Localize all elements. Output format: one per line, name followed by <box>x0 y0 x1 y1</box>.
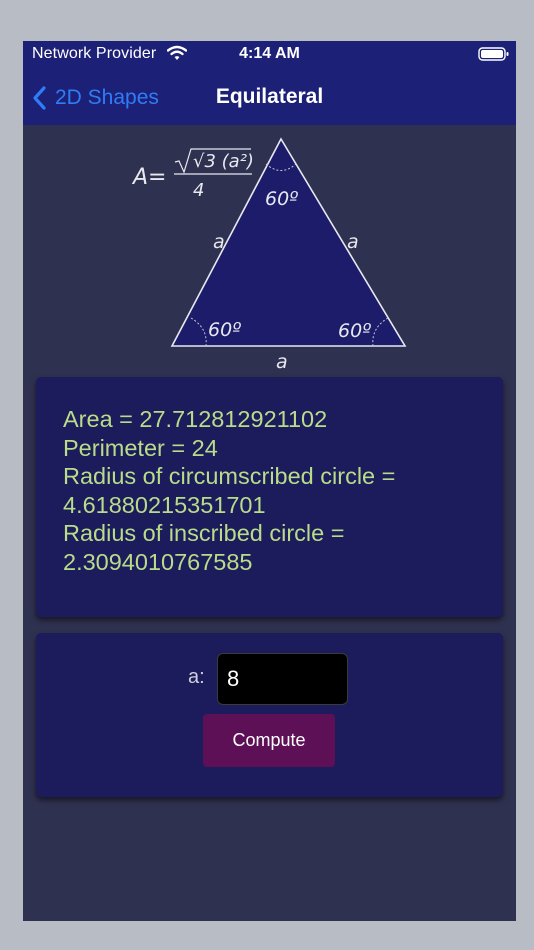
side-a-input[interactable] <box>217 653 348 705</box>
status-bar: Network Provider 4:14 AM <box>23 41 516 69</box>
clock: 4:14 AM <box>239 45 300 62</box>
side-label-bottom: a <box>276 351 288 371</box>
compute-button[interactable]: Compute <box>203 714 335 767</box>
angle-label-left: 60º <box>208 319 241 341</box>
inscribed-radius-value: 2.3094010767585 <box>63 548 253 575</box>
angle-label-top: 60º <box>265 188 298 210</box>
navigation-header: Network Provider 4:14 AM 2D Shapes Equil… <box>23 41 516 125</box>
circumscribed-radius-value: 4.61880215351701 <box>63 491 266 518</box>
app-screen: Network Provider 4:14 AM 2D Shapes Equil… <box>23 41 516 921</box>
page-title: Equilateral <box>215 85 324 108</box>
side-label-right: a <box>347 231 359 253</box>
battery-full-icon <box>478 47 509 61</box>
circumscribed-radius-label: Radius of circumscribed circle = <box>63 463 396 489</box>
angle-label-right: 60º <box>338 320 371 342</box>
formula-prefix: A= <box>131 165 166 190</box>
formula-denominator: 4 <box>193 180 204 201</box>
area-formula: A= √3 (a²) 4 <box>131 148 254 201</box>
perimeter-result: Perimeter = 24 <box>63 434 218 461</box>
equilateral-triangle-diagram: A= √3 (a²) 4 a a a 60º 60º 60º <box>131 137 407 371</box>
inscribed-radius-label: Radius of inscribed circle = <box>63 520 345 546</box>
area-result: Area = 27.712812921102 <box>63 406 328 432</box>
results-text: Area = 27.712812921102 Perimeter = 24 Ra… <box>63 405 483 576</box>
results-card: Area = 27.712812921102 Perimeter = 24 Ra… <box>36 377 503 617</box>
side-a-label: a: <box>188 666 205 688</box>
input-card: a: Compute <box>36 633 503 797</box>
formula-numerator: √3 (a²) <box>193 151 254 172</box>
side-label-left: a <box>213 231 225 253</box>
